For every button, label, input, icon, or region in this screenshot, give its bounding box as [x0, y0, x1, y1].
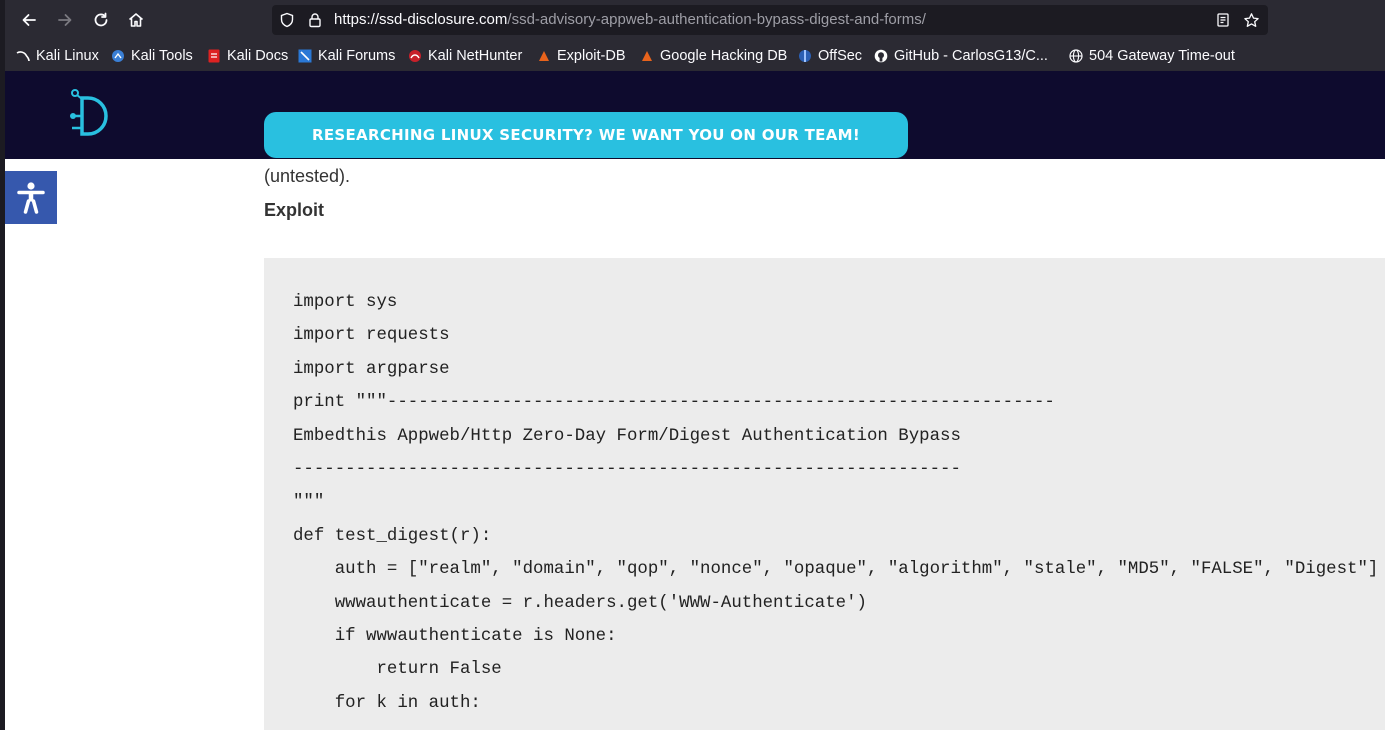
exploit-code-block: import sys import requests import argpar… [264, 258, 1385, 730]
exploit-db-icon [537, 49, 551, 63]
accessibility-toolbar-button[interactable] [5, 171, 57, 224]
code-line: auth = ["realm", "domain", "qop", "nonce… [293, 560, 1379, 580]
accessibility-icon [17, 181, 45, 214]
bookmark-gateway-timeout[interactable]: 504 Gateway Time-out [1069, 46, 1235, 66]
browser-toolbar: https://ssd-disclosure.com/ssd-advisory-… [0, 0, 1385, 71]
url-path: /ssd-advisory-appweb-authentication-bypa… [507, 11, 926, 28]
code-line: """ [293, 493, 325, 513]
bookmark-label: 504 Gateway Time-out [1089, 48, 1235, 64]
bookmark-label: Kali Tools [131, 48, 193, 64]
arrow-right-icon [58, 14, 72, 26]
bookmark-kali-nethunter[interactable]: Kali NetHunter [408, 46, 522, 66]
reload-icon [94, 12, 108, 27]
reload-button[interactable] [87, 6, 115, 34]
kali-docs-icon [207, 49, 221, 63]
github-icon [874, 49, 888, 63]
code-line: ----------------------------------------… [293, 459, 961, 479]
code-line: import sys [293, 293, 398, 312]
bookmark-label: Kali Linux [36, 48, 99, 64]
bookmark-exploit-db[interactable]: Exploit-DB [537, 46, 626, 66]
bookmark-label: OffSec [818, 48, 863, 64]
kali-dragon-icon [16, 49, 30, 63]
code-line: print """-------------------------------… [293, 393, 1055, 413]
code-line: for k in auth: [293, 693, 481, 713]
code-line: Embedthis Appweb/Http Zero-Day Form/Dige… [293, 426, 961, 446]
ssd-logo[interactable] [68, 88, 116, 144]
url-domain: https://ssd-disclosure.com [334, 11, 508, 28]
bookmark-kali-tools[interactable]: Kali Tools [111, 46, 193, 66]
bookmark-label: Kali Forums [318, 48, 396, 64]
kali-forums-icon [298, 49, 312, 63]
kali-tools-icon [111, 49, 125, 63]
bookmark-label: Exploit-DB [557, 48, 626, 64]
code-line: import requests [293, 326, 450, 346]
back-button[interactable] [15, 6, 43, 34]
code-line: wwwauthenticate = r.headers.get('WWW-Aut… [293, 593, 867, 613]
address-bar[interactable]: https://ssd-disclosure.com/ssd-advisory-… [272, 5, 1268, 35]
bookmark-star-icon[interactable] [1242, 11, 1260, 29]
home-icon [128, 13, 144, 27]
arrow-left-icon [22, 14, 36, 26]
code-line: if wwwauthenticate is None: [293, 626, 617, 646]
ssd-logo-icon [70, 89, 108, 136]
reader-view-icon[interactable] [1214, 11, 1232, 29]
bookmark-offsec[interactable]: OffSec [798, 46, 862, 66]
offsec-icon [798, 49, 812, 63]
bookmark-label: Kali NetHunter [428, 48, 523, 64]
careers-cta-button[interactable]: RESEARCHING LINUX SECURITY? WE WANT YOU … [264, 112, 908, 158]
bookmarks-bar: Kali Linux Kali Tools Kali Docs Kali For… [0, 41, 1385, 71]
url-text[interactable]: https://ssd-disclosure.com/ssd-advisory-… [334, 11, 926, 29]
code-lines: import sys import requests import argpar… [293, 292, 1378, 726]
code-line: def test_digest(r): [293, 526, 492, 546]
bookmark-kali-forums[interactable]: Kali Forums [298, 46, 395, 66]
exploit-heading: Exploit [264, 200, 325, 220]
globe-icon [1069, 49, 1083, 63]
site-header: RESEARCHING LINUX SECURITY? WE WANT YOU … [5, 71, 1385, 159]
ghdb-icon [640, 49, 654, 63]
code-line: import argparse [293, 359, 450, 379]
bookmark-label: Google Hacking DB [660, 48, 788, 64]
tracking-shield-icon[interactable] [278, 11, 296, 29]
bookmark-label: Kali Docs [227, 48, 289, 64]
bookmark-github[interactable]: GitHub - CarlosG13/C... [874, 46, 1048, 66]
bookmark-kali-linux[interactable]: Kali Linux [16, 46, 99, 66]
home-button[interactable] [122, 6, 150, 34]
bookmark-kali-docs[interactable]: Kali Docs [207, 46, 288, 66]
lock-icon[interactable] [306, 11, 324, 29]
bookmark-google-hacking-db[interactable]: Google Hacking DB [640, 46, 787, 66]
nethunter-icon [408, 49, 422, 63]
window-edge [0, 0, 5, 730]
code-line: return False [293, 660, 502, 680]
bookmark-label: GitHub - CarlosG13/C... [894, 48, 1048, 64]
untested-text: (untested). [264, 166, 351, 186]
forward-button[interactable] [51, 6, 79, 34]
